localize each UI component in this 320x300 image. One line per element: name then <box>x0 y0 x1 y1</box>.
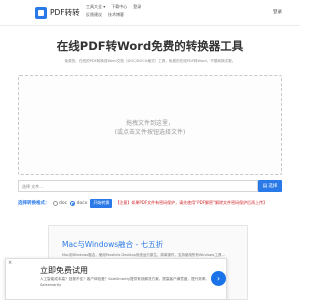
chevron-right-icon[interactable]: › <box>211 271 226 286</box>
format-selector: 选择转换格式： doc docx 开始转换 【注意】如果PDF文件有密码保护，请… <box>18 198 267 208</box>
format-option-doc[interactable]: doc <box>52 200 68 206</box>
nav-blog[interactable]: 技术博客 <box>108 12 124 18</box>
close-icon[interactable]: × <box>8 260 12 266</box>
nav-tools[interactable]: 工具大全 ▾ <box>86 4 105 10</box>
logo-icon[interactable] <box>35 7 47 19</box>
dropzone-hint: 拖拽文件到这里， <box>125 120 174 127</box>
format-docx-label: docx <box>76 200 88 206</box>
dropzone-subhint: (或点击文件按钮选择文件) <box>114 129 186 136</box>
brand-name[interactable]: PDF转转 <box>50 7 80 18</box>
format-option-docx[interactable]: docx <box>70 200 88 206</box>
nav-feedback[interactable]: 反馈建议 <box>86 12 102 18</box>
choose-file-label: 选择 <box>268 184 278 189</box>
radio-doc[interactable] <box>52 200 58 206</box>
page-description: 免费的、在线的PDF转换成Word文档（DOC/DOCX格式）工具，免费的在线P… <box>64 59 236 63</box>
password-tip: 【注意】如果PDF文件有密码保护，请先使用“PDF解密”解除文件密码保护后再上传… <box>115 200 268 205</box>
popup-description: 人工智能成本高？回报不佳？客户体验差？SaleSmartly提供有效解决方案，提… <box>40 277 210 281</box>
folder-icon: ▤ <box>262 183 268 189</box>
popup-ad[interactable]: × 立即免费试用 人工智能成本高？回报不佳？客户体验差？SaleSmartly提… <box>5 258 227 300</box>
format-label: 选择转换格式： <box>18 201 50 206</box>
main-nav: 工具大全 ▾ 下载中心 登录 反馈建议 技术博客 <box>86 4 141 18</box>
nav-download[interactable]: 下载中心 <box>111 4 127 10</box>
nav-login-mini[interactable]: 登录 <box>133 4 141 10</box>
top-navbar: PDF转转 工具大全 ▾ 下载中心 登录 反馈建议 技术博客 登录 <box>0 0 300 26</box>
radio-docx[interactable] <box>70 200 76 206</box>
start-convert-button[interactable]: 开始转换 <box>90 198 113 208</box>
choose-file-button[interactable]: ▤ 选择 <box>258 180 282 192</box>
file-dropzone[interactable]: 拖拽文件到这里， (或点击文件按钮选择文件) <box>18 75 282 175</box>
ad-title[interactable]: Mac与Windows融合 - 七五折 <box>62 239 163 250</box>
popup-title[interactable]: 立即免费试用 <box>40 265 88 276</box>
page-title: 在线PDF转Word免费的转换器工具 <box>56 39 244 53</box>
popup-source: Salesmartly <box>40 283 62 287</box>
file-path-input[interactable]: 选择 文件... <box>18 180 258 192</box>
format-doc-label: doc <box>59 200 68 206</box>
login-link[interactable]: 登录 <box>273 9 282 15</box>
